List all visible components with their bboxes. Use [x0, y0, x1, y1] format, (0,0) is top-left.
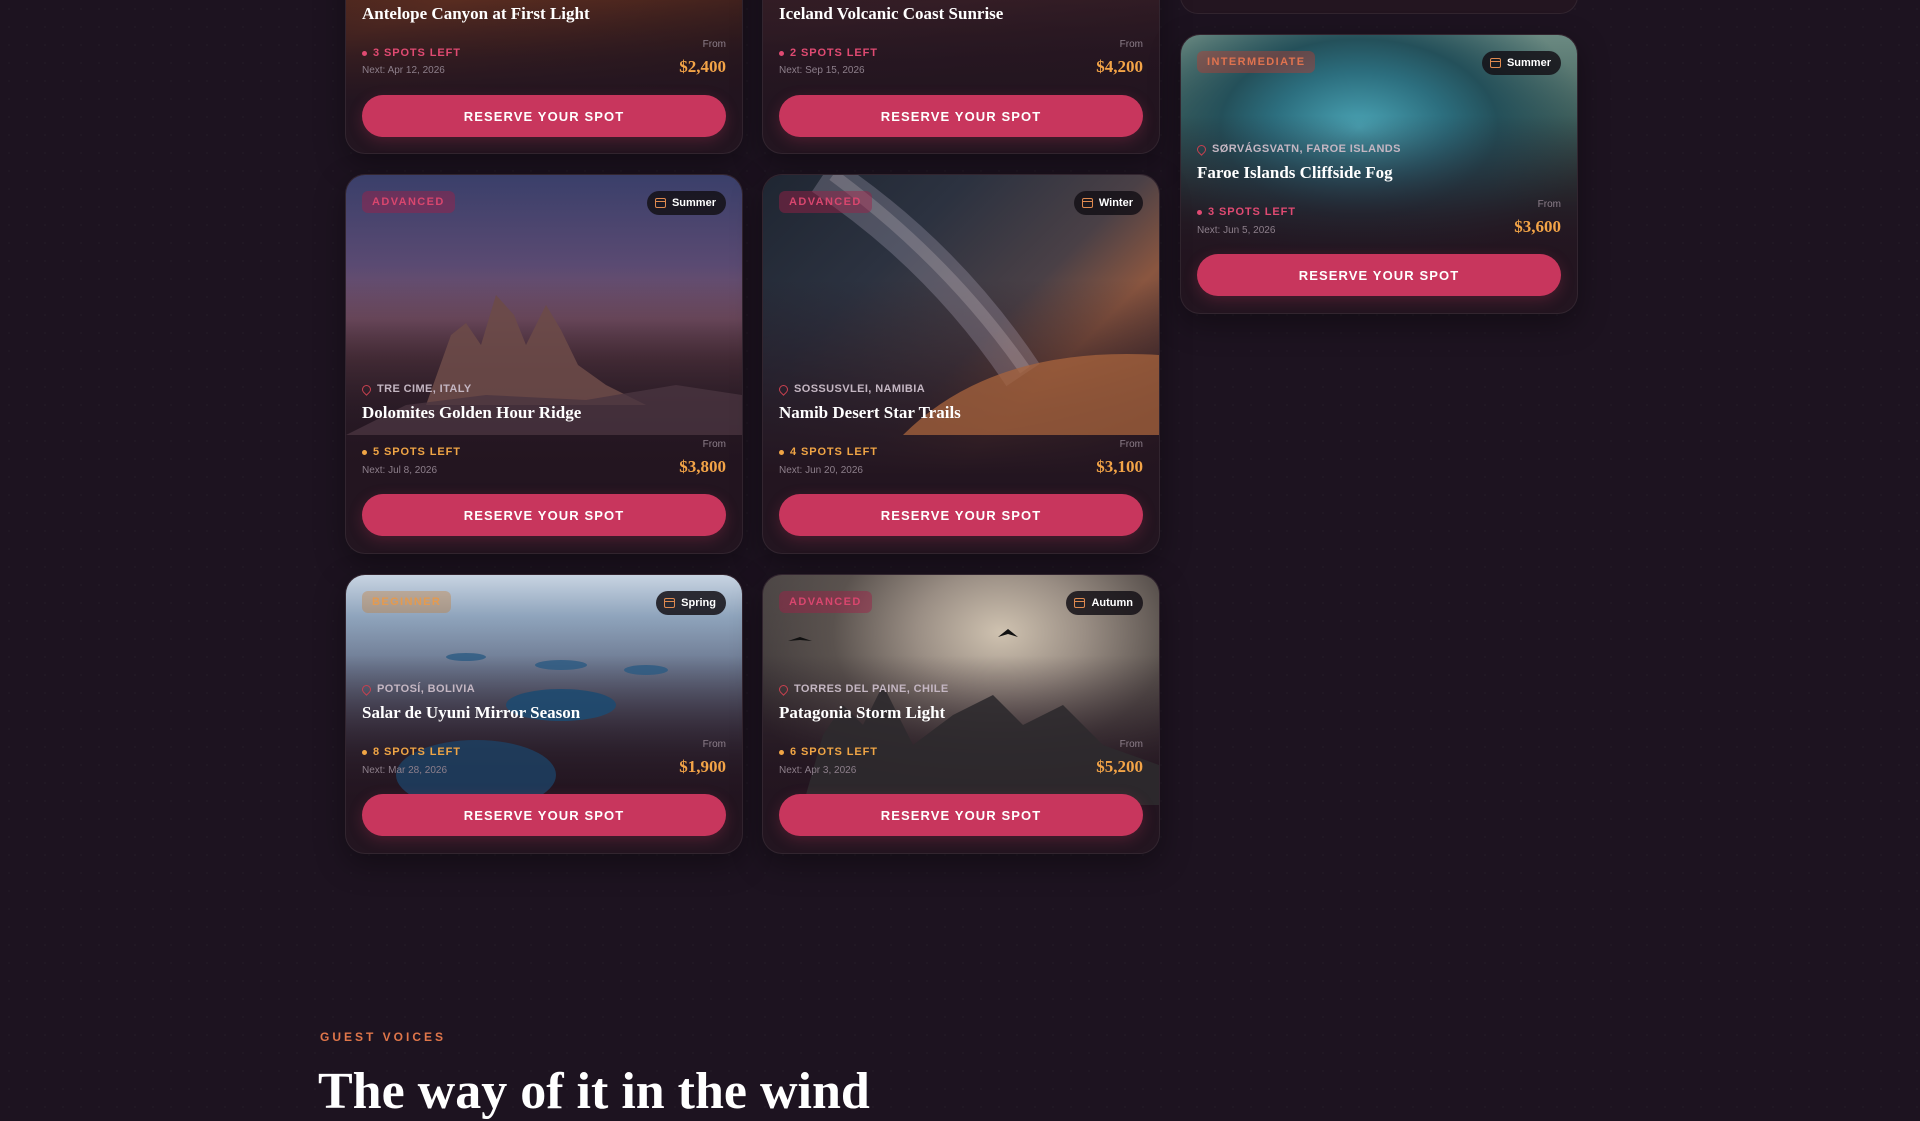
difficulty-badge: ADVANCED: [779, 191, 872, 213]
reserve-button[interactable]: RESERVE YOUR SPOT: [362, 95, 726, 137]
tour-card-iceland: Iceland Volcanic Coast Sunrise 2 SPOTS L…: [762, 0, 1160, 154]
reserve-button[interactable]: RESERVE YOUR SPOT: [779, 794, 1143, 836]
tour-card-antelope-canyon: Antelope Canyon at First Light 3 SPOTS L…: [345, 0, 743, 154]
reserve-button[interactable]: RESERVE YOUR SPOT: [1197, 254, 1561, 296]
tour-location: TORRES DEL PAINE, CHILE: [777, 682, 949, 696]
tour-title: Iceland Volcanic Coast Sunrise: [779, 4, 1004, 23]
spots-left: 6 SPOTS LEFT: [779, 746, 878, 758]
tour-title: Patagonia Storm Light: [779, 703, 946, 722]
card-top-edge: [1180, 0, 1578, 14]
from-label: From: [1537, 199, 1561, 210]
spots-left: 5 SPOTS LEFT: [362, 446, 461, 458]
tour-title: Namib Desert Star Trails: [779, 403, 961, 422]
calendar-icon: [654, 198, 666, 208]
spots-left: 4 SPOTS LEFT: [779, 446, 878, 458]
spots-left: 8 SPOTS LEFT: [362, 746, 461, 758]
reserve-button[interactable]: RESERVE YOUR SPOT: [779, 494, 1143, 536]
tour-title: Faroe Islands Cliffside Fog: [1197, 163, 1393, 182]
calendar-icon: [1074, 598, 1086, 608]
season-badge: Summer: [1481, 51, 1561, 75]
tour-title: Antelope Canyon at First Light: [362, 4, 590, 23]
section-heading: The way of it in the wind: [318, 1063, 870, 1120]
calendar-icon: [1489, 58, 1501, 68]
tour-location: POTOSÍ, BOLIVIA: [360, 682, 475, 696]
spots-left: 2 SPOTS LEFT: [779, 47, 878, 59]
from-label: From: [702, 39, 726, 50]
tour-price: $2,400: [679, 57, 726, 76]
from-label: From: [1119, 439, 1143, 450]
season-badge: Spring: [656, 591, 726, 615]
next-date: Next: Jun 5, 2026: [1197, 225, 1276, 236]
difficulty-badge: BEGINNER: [362, 591, 452, 613]
tour-price: $4,200: [1096, 57, 1143, 76]
season-badge: Summer: [646, 191, 726, 215]
spots-left: 3 SPOTS LEFT: [1197, 206, 1296, 218]
tour-price: $3,800: [679, 457, 726, 476]
next-date: Next: Apr 3, 2026: [779, 765, 857, 776]
tour-location: SOSSUSVLEI, NAMIBIA: [777, 382, 925, 396]
reserve-button[interactable]: RESERVE YOUR SPOT: [362, 494, 726, 536]
from-label: From: [1119, 39, 1143, 50]
tour-card-dolomites: ADVANCED Summer TRE CIME, ITALY Dolomite…: [345, 174, 743, 554]
tour-card-salar-de-uyuni: BEGINNER Spring POTOSÍ, BOLIVIA Salar de…: [345, 574, 743, 854]
tour-card-namib: ADVANCED Winter SOSSUSVLEI, NAMIBIA Nami…: [762, 174, 1160, 554]
location-pin-icon: [777, 682, 790, 696]
tour-location: SØRVÁGSVATN, FAROE ISLANDS: [1195, 142, 1401, 156]
spots-left: 3 SPOTS LEFT: [362, 47, 461, 59]
tour-title: Dolomites Golden Hour Ridge: [362, 403, 582, 422]
difficulty-badge: INTERMEDIATE: [1197, 51, 1316, 73]
next-date: Next: Apr 12, 2026: [362, 65, 445, 76]
tour-card-patagonia: ADVANCED Autumn TORRES DEL PAINE, CHILE …: [762, 574, 1160, 854]
next-date: Next: Jul 8, 2026: [362, 465, 438, 476]
location-pin-icon: [360, 382, 373, 396]
tour-price: $5,200: [1096, 757, 1143, 776]
tour-price: $3,100: [1096, 457, 1143, 476]
next-date: Next: Jun 20, 2026: [779, 465, 863, 476]
calendar-icon: [1081, 198, 1093, 208]
tour-price: $1,900: [679, 757, 726, 776]
calendar-icon: [664, 598, 676, 608]
tour-title: Salar de Uyuni Mirror Season: [362, 703, 581, 722]
season-badge: Winter: [1073, 191, 1143, 215]
tour-card-faroe-islands: INTERMEDIATE Summer SØRVÁGSVATN, FAROE I…: [1180, 34, 1578, 314]
from-label: From: [1119, 739, 1143, 750]
difficulty-badge: ADVANCED: [779, 591, 872, 613]
location-pin-icon: [1195, 142, 1208, 156]
tour-location: TRE CIME, ITALY: [360, 382, 472, 396]
section-eyebrow: GUEST VOICES: [320, 1030, 447, 1044]
difficulty-badge: ADVANCED: [362, 191, 455, 213]
reserve-button[interactable]: RESERVE YOUR SPOT: [362, 794, 726, 836]
reserve-button[interactable]: RESERVE YOUR SPOT: [779, 95, 1143, 137]
location-pin-icon: [360, 682, 373, 696]
next-date: Next: Mar 28, 2026: [362, 765, 448, 776]
tour-price: $3,600: [1514, 217, 1561, 236]
from-label: From: [702, 739, 726, 750]
next-date: Next: Sep 15, 2026: [779, 65, 865, 76]
season-badge: Autumn: [1066, 591, 1143, 615]
location-pin-icon: [777, 382, 790, 396]
from-label: From: [702, 439, 726, 450]
